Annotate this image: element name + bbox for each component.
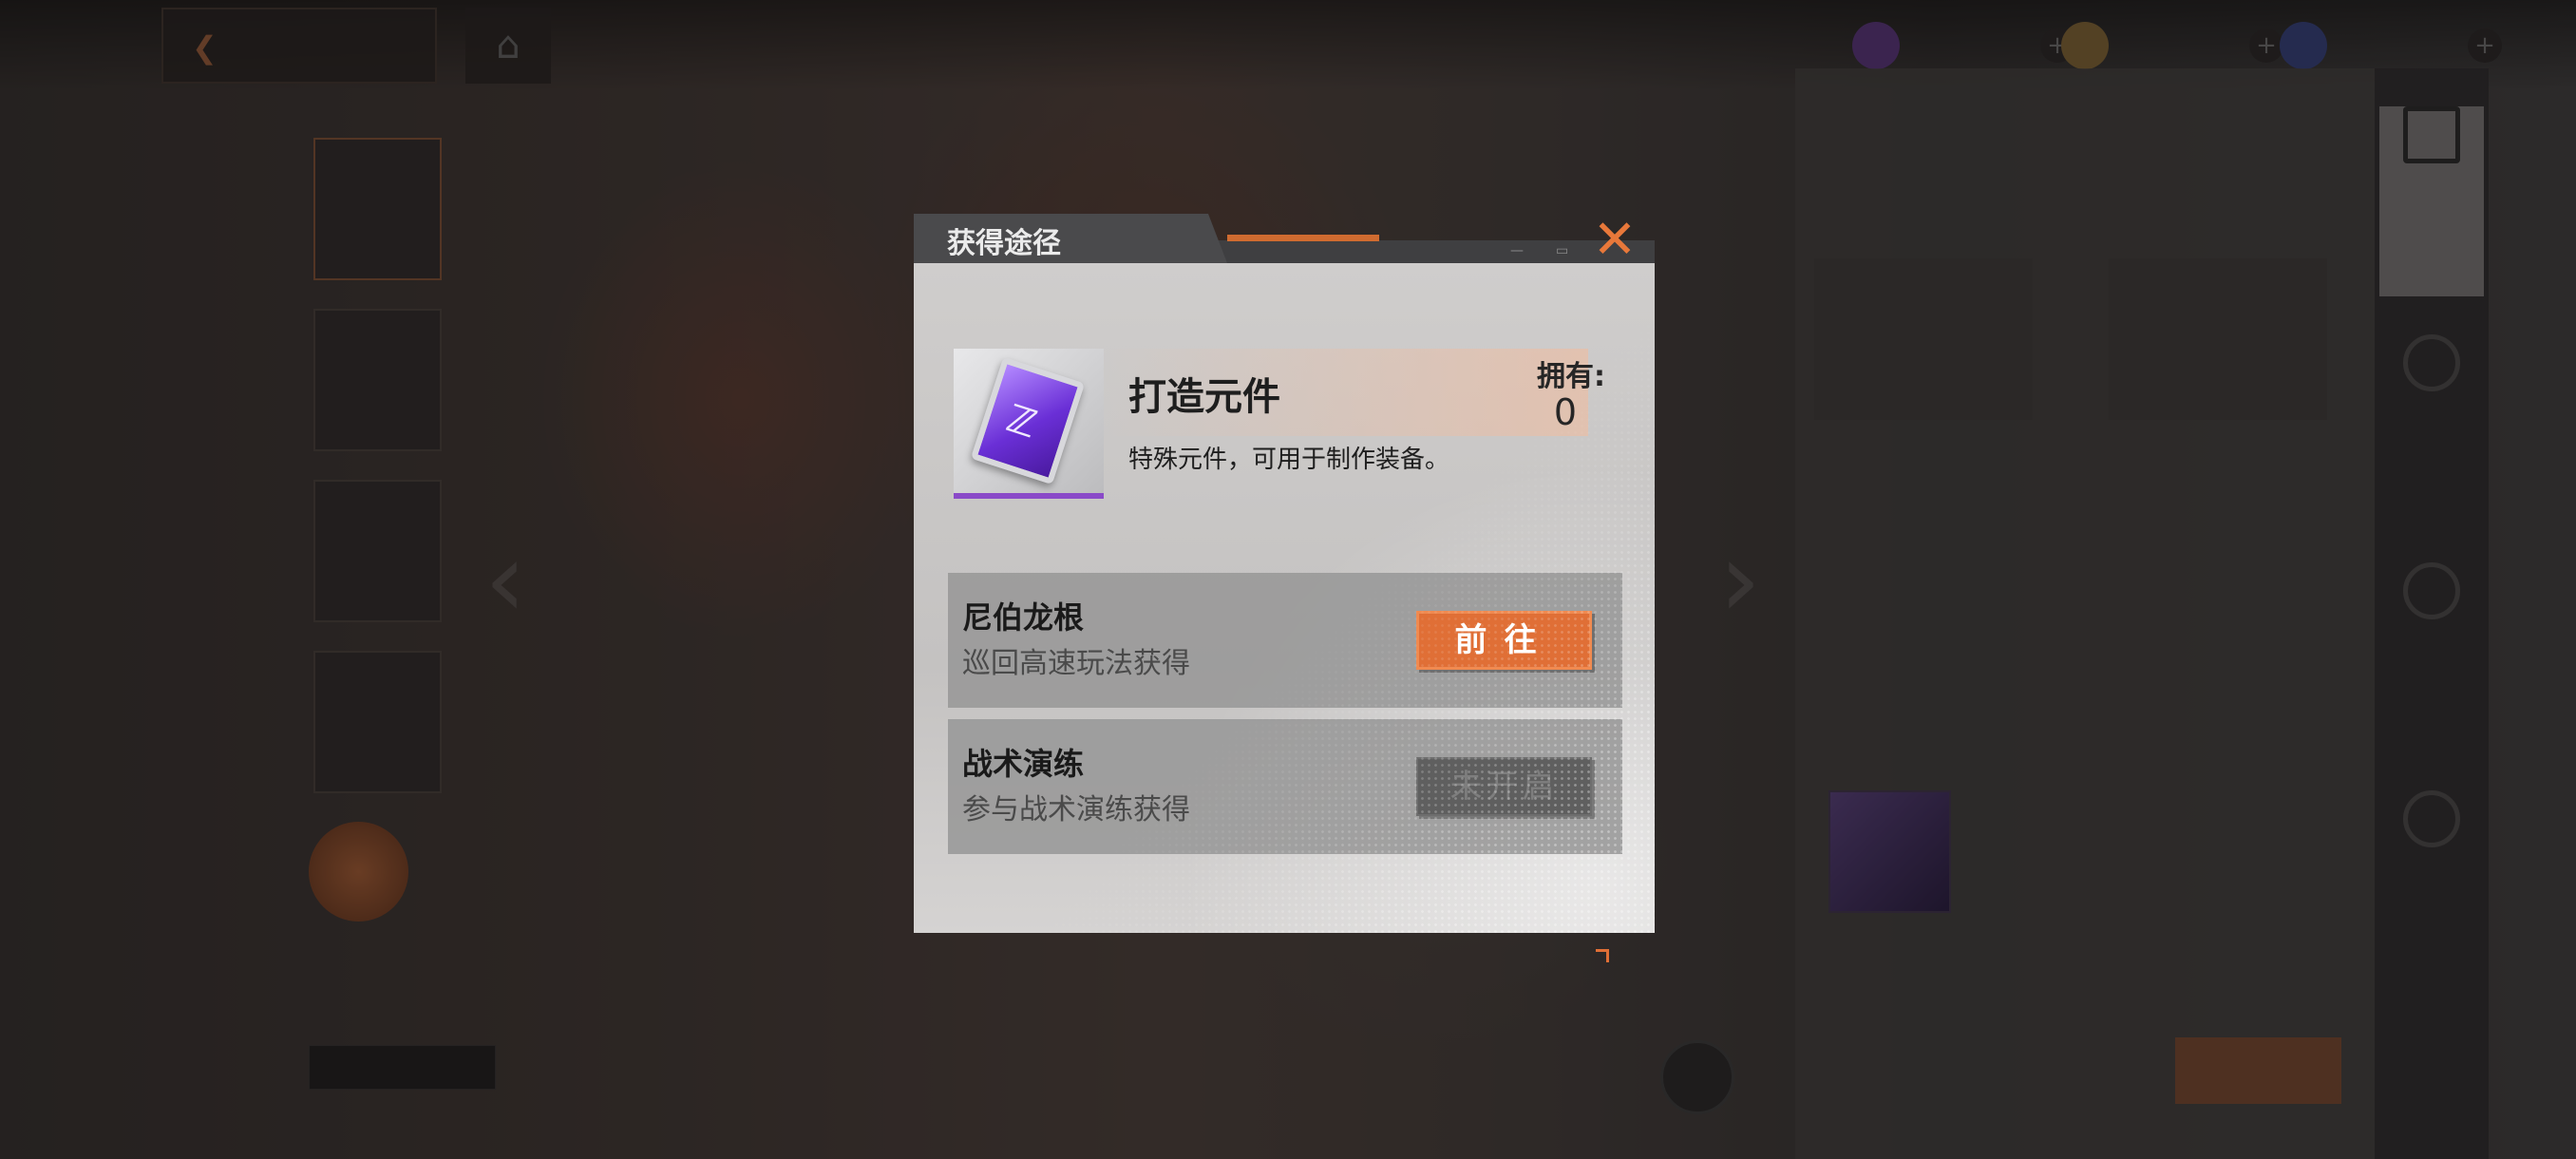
source-row: 战术演练 参与战术演练获得 未开启 [948, 719, 1622, 854]
source-row: 尼伯龙根 巡回高速玩法获得 前往 [948, 573, 1622, 708]
goto-button[interactable]: 前往 [1416, 611, 1592, 670]
item-name: 打造元件 [1128, 375, 1280, 419]
component-card-icon: ℤ [970, 356, 1086, 485]
locked-button: 未开启 [1416, 757, 1592, 816]
source-name: 尼伯龙根 [962, 599, 1085, 636]
header-strip [1199, 240, 1655, 263]
corner-logo-icon [1596, 949, 1609, 962]
dialog-body: ℤ 打造元件 拥有: 0 特殊元件，可用于制作装备。 尼伯龙根 巡回高速玩法获得… [914, 263, 1655, 962]
owned-label: 拥有: [1537, 360, 1605, 393]
owned-count: 0 [1553, 391, 1577, 433]
window-icon: ▭ [1556, 243, 1569, 258]
item-name-band [1104, 349, 1588, 436]
dialog-header: 获得途径 — ▭ ✕ [914, 214, 1655, 267]
acquire-source-dialog: 获得途径 — ▭ ✕ ℤ 打造元件 拥有: 0 特殊元件，可用于制作装备。 尼伯… [914, 214, 1655, 962]
source-description: 参与战术演练获得 [962, 793, 1190, 826]
dialog-title: 获得途径 [947, 227, 1061, 260]
minimize-icon: — [1510, 243, 1524, 258]
source-name: 战术演练 [962, 746, 1085, 782]
item-description: 特殊元件，可用于制作装备。 [1128, 446, 1450, 474]
close-icon: ✕ [1592, 209, 1638, 271]
close-button[interactable]: ✕ [1592, 214, 1638, 267]
item-icon-frame: ℤ [954, 349, 1104, 499]
header-accent-line [1227, 235, 1379, 241]
source-description: 巡回高速玩法获得 [962, 647, 1190, 680]
